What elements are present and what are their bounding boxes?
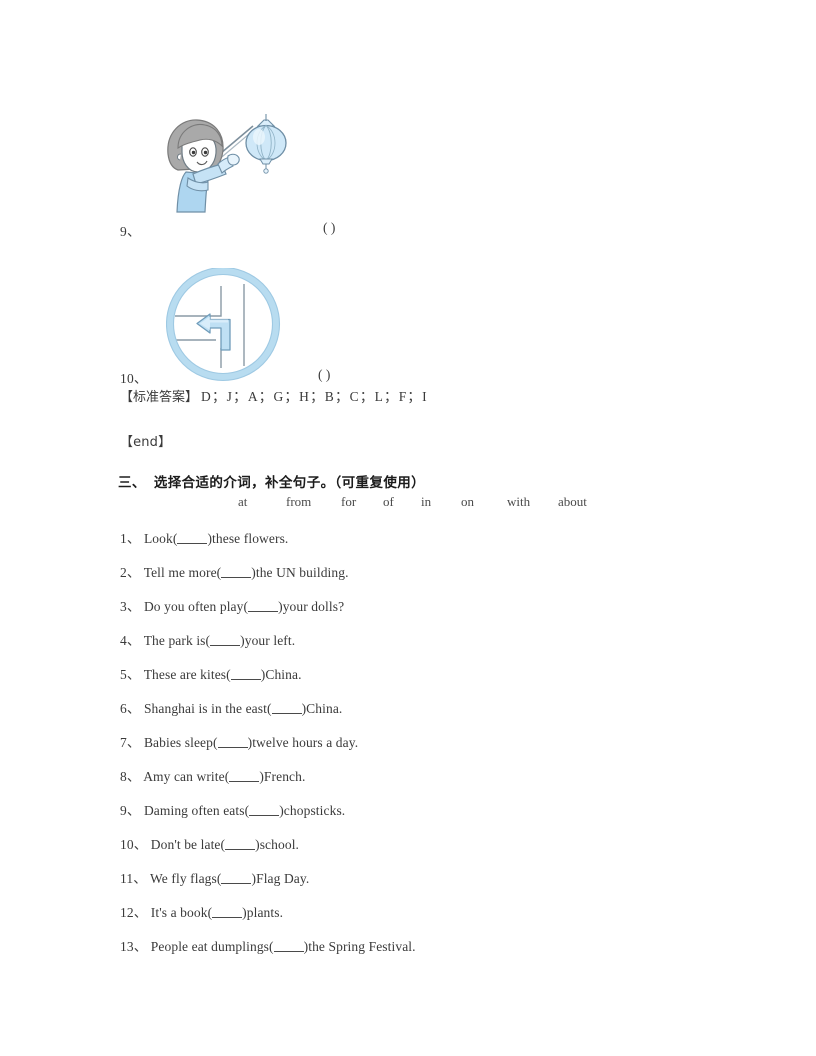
question-text-after: )French. (259, 769, 306, 784)
image-question-9-number: 9、 (120, 224, 141, 239)
question-text-after: )your dolls? (278, 599, 345, 614)
question-text-after: )China. (301, 701, 343, 716)
question-text-after: )twelve hours a day. (247, 735, 359, 750)
answer-blank[interactable] (221, 871, 252, 884)
section-number: 三、 (118, 475, 146, 491)
question-index: 5、 (120, 667, 141, 682)
question-text-after: )school. (255, 837, 300, 852)
answer-key-line: 【标准答案】 D；J；A；G；H；B；C；L；F；I (120, 388, 428, 407)
word-bank-item[interactable]: of (383, 494, 421, 510)
turn-left-traffic-sign-illustration (165, 266, 284, 383)
section-heading: 三、 选择合适的介词，补全句子。（可重复使用） (118, 471, 425, 491)
question-index: 1、 (120, 531, 141, 546)
worksheet-page: 9、 ( ) 10、 ( ) 【标准答案】 D；J；A；G；H；B；C；L；F；… (0, 0, 816, 1056)
question-index: 11、 (120, 871, 147, 886)
question-text-before: Do you often play( (143, 599, 249, 614)
question-text-after: )the Spring Festival. (303, 939, 416, 954)
question-item: 11、 We fly flags( )Flag Day. (120, 867, 720, 901)
answer-blank[interactable] (221, 565, 252, 578)
question-text-before: Amy can write( (143, 769, 230, 784)
question-text-before: Babies sleep( (143, 735, 218, 750)
question-item: 12、 It's a book( )plants. (120, 901, 720, 935)
answer-blank[interactable] (229, 769, 260, 782)
question-item: 10、 Don't be late( )school. (120, 833, 720, 867)
question-item: 13、 People eat dumplings( )the Spring Fes… (120, 935, 720, 969)
section-title: 选择合适的介词，补全句子。（可重复使用） (153, 475, 426, 491)
question-text-before: It's a book( (150, 905, 213, 920)
word-bank-item[interactable]: at (238, 494, 286, 510)
question-item: 8、 Amy can write( )French. (120, 765, 720, 799)
question-index: 2、 (120, 565, 141, 580)
question-index: 13、 (120, 939, 148, 954)
fill-in-question-list: 1、 Look( )these flowers. 2、 Tell me more(… (120, 527, 720, 969)
answer-blank[interactable] (248, 599, 279, 612)
question-item: 1、 Look( )these flowers. (120, 527, 720, 561)
word-bank-item[interactable]: for (341, 494, 383, 510)
question-text-before: We fly flags( (150, 871, 222, 886)
question-text-before: The park is( (143, 633, 211, 648)
answer-blank[interactable] (225, 837, 256, 850)
question-index: 8、 (120, 769, 141, 784)
question-index: 6、 (120, 701, 141, 716)
question-item: 7、 Babies sleep( )twelve hours a day. (120, 731, 720, 765)
question-index: 12、 (120, 905, 148, 920)
question-text-after: )chopsticks. (279, 803, 346, 818)
question-index: 9、 (120, 803, 141, 818)
answer-key-value: D；J；A；G；H；B；C；L；F；I (201, 389, 428, 404)
question-text-after: )the UN building. (251, 565, 349, 580)
question-text-before: Don't be late( (150, 837, 226, 852)
question-index: 3、 (120, 599, 141, 614)
end-marker: 【end】 (120, 435, 172, 450)
word-bank-item[interactable]: about (558, 494, 587, 510)
answer-blank[interactable] (177, 531, 208, 544)
question-text-before: Shanghai is in the east( (143, 701, 272, 716)
answer-blank[interactable] (217, 735, 248, 748)
word-bank-item[interactable]: in (421, 494, 461, 510)
question-index: 7、 (120, 735, 141, 750)
answer-blank[interactable] (210, 633, 241, 646)
preposition-word-bank: at from for of in on with about (238, 494, 598, 510)
boy-holding-lantern-illustration (160, 112, 295, 222)
word-bank-item[interactable]: on (461, 494, 507, 510)
question-index: 4、 (120, 633, 141, 648)
question-item: 2、 Tell me more( )the UN building. (120, 561, 720, 595)
question-text-after: )China. (260, 667, 302, 682)
answer-blank[interactable] (249, 803, 280, 816)
question-index: 10、 (120, 837, 148, 852)
question-text-before: Daming often eats( (143, 803, 250, 818)
answer-key-label: 【标准答案】 (120, 390, 199, 405)
question-item: 9、 Daming often eats( )chopsticks. (120, 799, 720, 833)
word-bank-item[interactable]: from (286, 494, 341, 510)
question-text-after: )Flag Day. (251, 871, 310, 886)
question-text-before: These are kites( (143, 667, 231, 682)
question-text-before: Tell me more( (143, 565, 222, 580)
image-question-10-answer-paren[interactable]: ( ) (318, 367, 330, 383)
question-item: 4、 The park is( )your left. (120, 629, 720, 663)
question-text-after: )plants. (242, 905, 284, 920)
answer-blank[interactable] (271, 701, 302, 714)
answer-blank[interactable] (212, 905, 243, 918)
question-item: 6、 Shanghai is in the east( )China. (120, 697, 720, 731)
question-item: 5、 These are kites( )China. (120, 663, 720, 697)
image-question-10-number: 10、 (120, 371, 148, 386)
question-text-after: )your left. (240, 633, 296, 648)
question-item: 3、 Do you often play( )your dolls? (120, 595, 720, 629)
answer-blank[interactable] (273, 939, 304, 952)
question-text-before: People eat dumplings( (150, 939, 274, 954)
question-text-before: Look( (143, 531, 178, 546)
word-bank-item[interactable]: with (507, 494, 558, 510)
question-text-after: )these flowers. (207, 531, 289, 546)
image-question-9-answer-paren[interactable]: ( ) (323, 220, 335, 236)
answer-blank[interactable] (230, 667, 261, 680)
